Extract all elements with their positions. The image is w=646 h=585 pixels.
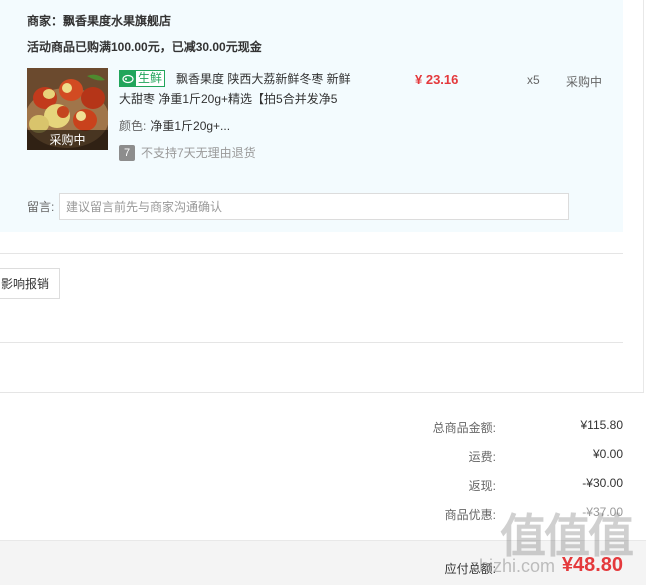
promo-text: 活动商品已购满100.00元，已减30.00元现金 <box>27 40 262 54</box>
shipping-value: ¥0.00 <box>592 447 623 461</box>
divider <box>0 253 623 254</box>
spec-label: 颜色: <box>119 119 147 133</box>
fresh-tag-label: 生鲜 <box>136 71 165 86</box>
divider <box>0 392 644 393</box>
product-title-line2[interactable]: 大甜枣 净重1斤20g+精选【拍5合并发净5 <box>119 90 337 107</box>
shipping-label: 运费: <box>468 450 496 464</box>
cashback-label: 返现: <box>468 479 496 493</box>
spec-value: 净重1斤20g+... <box>150 119 231 133</box>
product-quantity: x5 <box>527 73 540 87</box>
remark-input[interactable]: 建议留言前先与商家沟通确认 <box>59 193 569 220</box>
fresh-tag-icon <box>120 71 136 86</box>
no-7day-return-icon: 7 <box>119 144 135 161</box>
total-goods-value: ¥115.80 <box>580 418 624 432</box>
shop-label: 商家： <box>27 14 64 28</box>
fresh-tag: 生鲜 <box>119 70 166 87</box>
shop-line: 商家：飘香果度水果旗舰店 <box>27 12 171 29</box>
return-policy: 7 不支持7天无理由退货 <box>119 144 256 161</box>
panel-border <box>643 0 644 392</box>
purchasing-badge: 采购中 <box>27 130 108 150</box>
product-spec: 颜色: 净重1斤20g+... <box>119 117 230 134</box>
product-status: 采购中 <box>566 75 603 89</box>
remark-label: 留言: <box>27 200 55 214</box>
product-price: ¥ 23.16 <box>415 72 459 87</box>
product-thumbnail[interactable]: 采购中 <box>27 68 108 150</box>
return-policy-text: 不支持7天无理由退货 <box>141 146 256 160</box>
total-goods-label: 总商品金额: <box>432 421 496 435</box>
divider <box>0 342 623 343</box>
cashback-value: -¥30.00 <box>582 476 623 490</box>
product-title-line1[interactable]: 飘香果度 陕西大荔新鲜冬枣 新鲜 <box>176 70 351 87</box>
discount-label: 商品优惠: <box>444 508 496 522</box>
shop-name[interactable]: 飘香果度水果旗舰店 <box>63 14 171 28</box>
invoice-option-button[interactable]: 影响报销 <box>0 268 60 299</box>
watermark-url: zhizhi.com <box>470 556 556 576</box>
